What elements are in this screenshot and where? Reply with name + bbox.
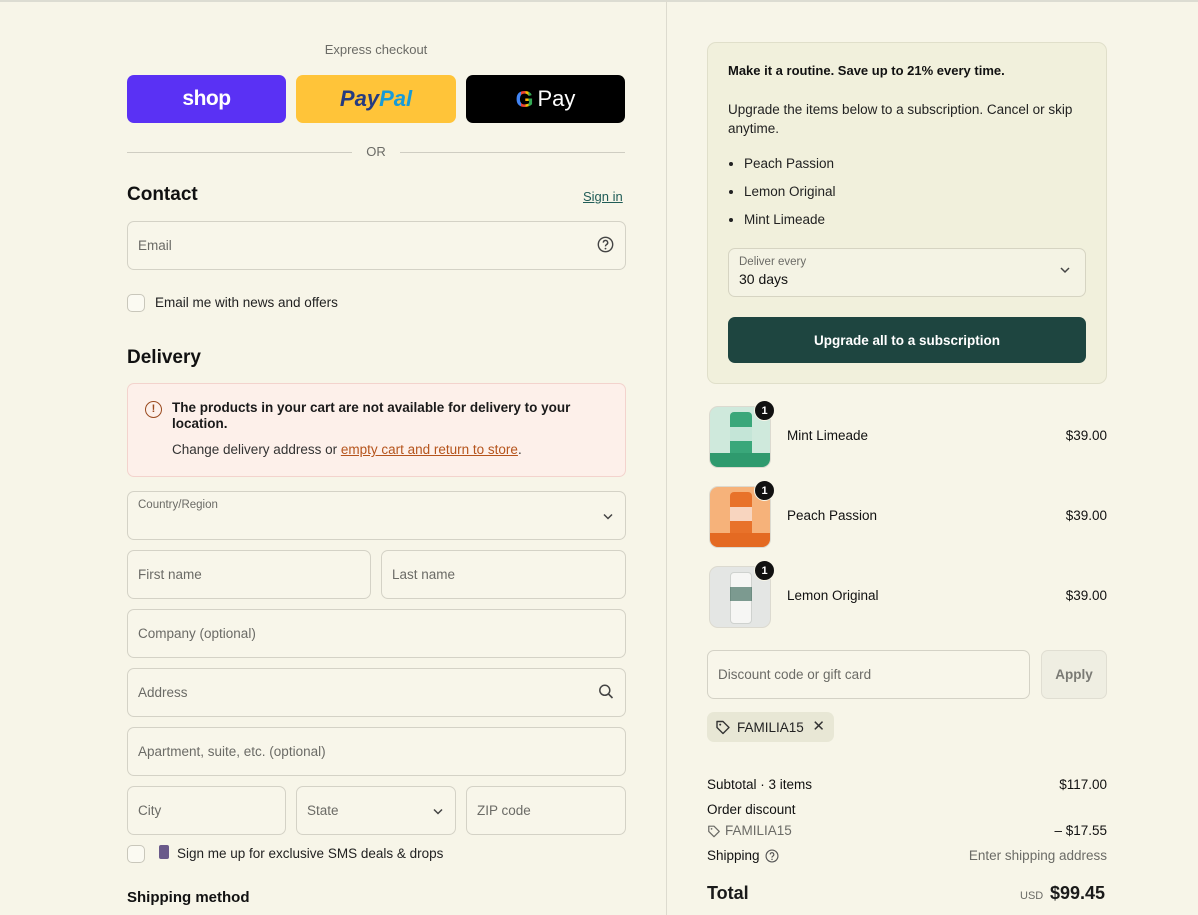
order-discount-label: Order discount bbox=[707, 802, 796, 817]
discount-code-field[interactable]: Discount code or gift card bbox=[707, 650, 1030, 699]
newsletter-checkbox[interactable] bbox=[127, 294, 145, 312]
list-item: Peach Passion bbox=[744, 155, 836, 183]
delivery-warning: ! The products in your cart are not avai… bbox=[127, 383, 626, 477]
top-border bbox=[0, 0, 1198, 2]
tag-icon bbox=[715, 719, 731, 735]
warning-text-suffix: . bbox=[517, 442, 522, 457]
shipping-label: Shipping bbox=[707, 848, 760, 863]
company-field[interactable]: Company (optional) bbox=[127, 609, 626, 658]
apartment-placeholder: Apartment, suite, etc. (optional) bbox=[138, 744, 326, 759]
item-name: Peach Passion bbox=[787, 508, 878, 523]
phone-icon bbox=[159, 845, 169, 859]
country-label: Country/Region bbox=[138, 499, 218, 511]
contact-heading: Contact bbox=[127, 184, 198, 205]
google-pay-label: Pay bbox=[537, 86, 576, 111]
express-checkout-label: Express checkout bbox=[324, 42, 428, 57]
sms-checkbox[interactable] bbox=[127, 845, 145, 863]
first-name-field[interactable]: First name bbox=[127, 550, 371, 599]
order-discount-code-text: FAMILIA15 bbox=[725, 823, 792, 838]
shipping-method-heading: Shipping method bbox=[127, 889, 250, 906]
shipping-row: Shipping bbox=[707, 848, 779, 863]
paypal-label-part1: Pay bbox=[339, 86, 380, 111]
chevron-down-icon bbox=[1059, 263, 1071, 277]
last-name-field[interactable]: Last name bbox=[381, 550, 626, 599]
warning-text: Change delivery address or empty cart an… bbox=[172, 442, 522, 457]
paypal-button[interactable]: Pay Pal bbox=[296, 75, 456, 123]
item-price: $39.00 bbox=[1065, 428, 1107, 443]
discount-placeholder: Discount code or gift card bbox=[718, 667, 872, 682]
subscription-item-list: Peach Passion Lemon Original Mint Limead… bbox=[744, 155, 836, 239]
empty-cart-link[interactable]: empty cart and return to store bbox=[341, 442, 518, 457]
company-placeholder: Company (optional) bbox=[138, 626, 256, 641]
or-label: OR bbox=[366, 144, 386, 159]
quantity-badge: 1 bbox=[754, 560, 775, 581]
email-field[interactable]: Email bbox=[127, 221, 626, 270]
list-item: Lemon Original bbox=[744, 183, 836, 211]
delivery-heading: Delivery bbox=[127, 347, 201, 368]
google-g-icon: G bbox=[515, 85, 534, 112]
deliver-frequency-select[interactable]: Deliver every 30 days bbox=[728, 248, 1086, 297]
shipping-value: Enter shipping address bbox=[968, 848, 1107, 863]
quantity-badge: 1 bbox=[754, 480, 775, 501]
subscription-upsell: Make it a routine. Save up to 21% every … bbox=[707, 42, 1107, 384]
newsletter-label: Email me with news and offers bbox=[155, 295, 338, 310]
paypal-label-part2: Pal bbox=[379, 86, 413, 111]
address-field[interactable]: Address bbox=[127, 668, 626, 717]
help-icon[interactable] bbox=[765, 848, 779, 863]
apply-discount-button[interactable]: Apply bbox=[1041, 650, 1107, 699]
shop-pay-button[interactable]: shop bbox=[127, 75, 286, 123]
remove-discount-icon[interactable]: ✕ bbox=[812, 717, 825, 735]
zip-field[interactable]: ZIP code bbox=[466, 786, 626, 835]
item-price: $39.00 bbox=[1065, 508, 1107, 523]
subscription-description: Upgrade the items below to a subscriptio… bbox=[728, 102, 1073, 136]
country-select[interactable]: Country/Region bbox=[127, 491, 626, 540]
item-name: Lemon Original bbox=[787, 588, 879, 603]
sign-in-link[interactable]: Sign in bbox=[583, 189, 623, 204]
or-separator: OR bbox=[127, 144, 625, 160]
subtotal-value: $117.00 bbox=[1059, 777, 1107, 792]
upgrade-subscription-button[interactable]: Upgrade all to a subscription bbox=[728, 317, 1086, 363]
order-discount-code: FAMILIA15 bbox=[707, 823, 792, 838]
city-field[interactable]: City bbox=[127, 786, 286, 835]
zip-placeholder: ZIP code bbox=[477, 803, 531, 818]
chevron-down-icon bbox=[432, 803, 444, 818]
item-price: $39.00 bbox=[1065, 588, 1107, 603]
warning-icon: ! bbox=[145, 401, 162, 418]
column-divider bbox=[666, 0, 667, 915]
help-icon[interactable] bbox=[597, 236, 614, 256]
warning-text-prefix: Change delivery address or bbox=[172, 442, 341, 457]
warning-title: The products in your cart are not availa… bbox=[172, 400, 571, 431]
google-pay-button[interactable]: G Pay bbox=[466, 75, 625, 123]
last-name-placeholder: Last name bbox=[392, 567, 456, 582]
apartment-field[interactable]: Apartment, suite, etc. (optional) bbox=[127, 727, 626, 776]
item-name: Mint Limeade bbox=[787, 428, 869, 443]
order-discount-value: – $17.55 bbox=[1054, 823, 1107, 838]
applied-discount-chip: FAMILIA15 ✕ bbox=[707, 712, 834, 742]
total-value: $99.45 bbox=[1050, 883, 1106, 903]
state-select[interactable]: State bbox=[296, 786, 456, 835]
deliver-frequency-value: 30 days bbox=[739, 271, 789, 287]
sms-label: Sign me up for exclusive SMS deals & dro… bbox=[177, 846, 444, 861]
total-currency: USD bbox=[1020, 890, 1044, 902]
subscription-title: Make it a routine. Save up to 21% every … bbox=[728, 63, 1005, 78]
email-placeholder: Email bbox=[138, 238, 172, 253]
discount-code-label: FAMILIA15 bbox=[737, 719, 804, 735]
search-icon bbox=[598, 683, 614, 702]
quantity-badge: 1 bbox=[754, 400, 775, 421]
total-label: Total bbox=[707, 883, 749, 903]
tag-icon bbox=[707, 824, 721, 838]
subtotal-label: Subtotal · 3 items bbox=[707, 777, 813, 792]
deliver-frequency-label: Deliver every bbox=[739, 256, 807, 268]
address-placeholder: Address bbox=[138, 685, 188, 700]
first-name-placeholder: First name bbox=[138, 567, 202, 582]
city-placeholder: City bbox=[138, 803, 162, 818]
chevron-down-icon bbox=[602, 508, 614, 523]
state-placeholder: State bbox=[307, 803, 339, 818]
list-item: Mint Limeade bbox=[744, 211, 836, 239]
